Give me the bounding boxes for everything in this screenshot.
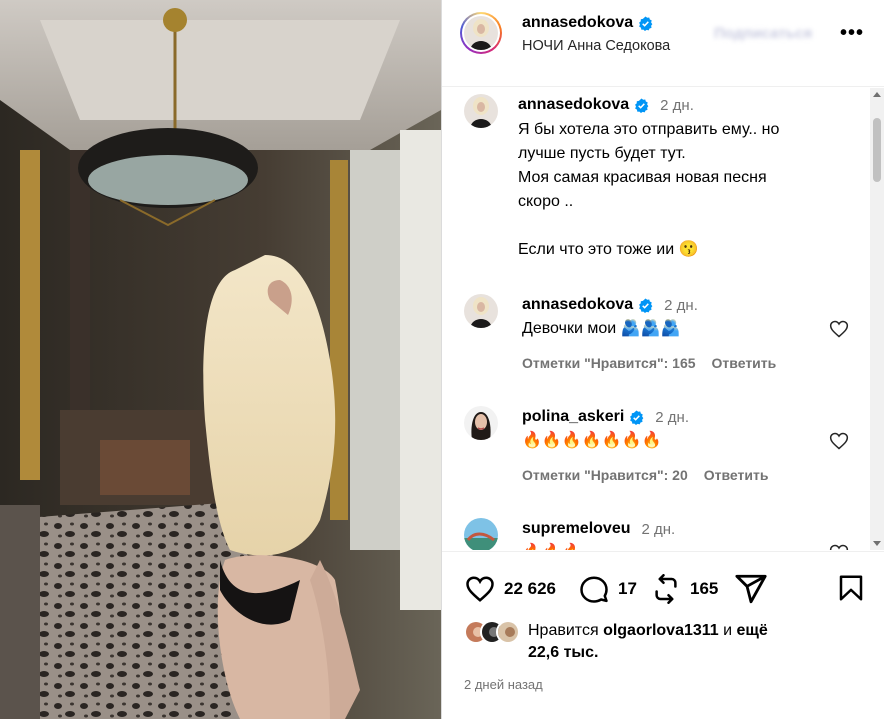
comment-text: 🔥🔥🔥 [522, 541, 582, 550]
liked-by-avatars[interactable] [464, 620, 520, 644]
comment-time[interactable]: 2 дн. [641, 521, 675, 538]
audio-track-link[interactable]: НОЧИ Анна Седокова [522, 38, 670, 54]
instagram-post-view: annasedokova НОЧИ Анна Седокова Подписат… [0, 0, 884, 719]
share-send-icon[interactable] [734, 572, 768, 606]
caption-avatar[interactable] [464, 94, 498, 128]
liked-by-prefix: Нравится [528, 622, 599, 639]
caption-time[interactable]: 2 дн. [660, 97, 694, 114]
comment-meta: Отметки "Нравится": 20 Ответить [522, 467, 768, 483]
author-username-text[interactable]: annasedokova [522, 14, 633, 32]
repost-action[interactable]: 165 [650, 574, 718, 604]
liker-avatar[interactable] [496, 620, 520, 644]
liked-by-middle: и [723, 622, 733, 639]
like-count[interactable]: 22 626 [504, 579, 556, 599]
comment-avatar[interactable] [464, 406, 498, 440]
comment-text: Девочки мои 🫂🫂🫂 [522, 320, 681, 337]
scroll-down-arrow-icon[interactable] [873, 541, 881, 546]
comment-like-heart-icon[interactable] [829, 431, 849, 451]
comment-like-heart-icon[interactable] [829, 543, 849, 550]
save-bookmark-icon[interactable] [836, 572, 866, 604]
author-avatar-ring[interactable] [460, 12, 502, 54]
comment-action[interactable]: 17 [578, 574, 637, 604]
comment-text: 🔥🔥🔥🔥🔥🔥🔥 [522, 432, 662, 449]
verified-badge-icon [635, 97, 649, 113]
reply-button[interactable]: Ответить [712, 355, 777, 371]
caption-line: Я бы хотела это отправить ему.. но [518, 121, 780, 138]
liked-by-user[interactable]: olgaorlova1311 [603, 622, 719, 639]
comment-bubble-icon[interactable] [578, 574, 610, 604]
comments-list[interactable]: annasedokova 2 дн. Я бы хотела это отпра… [442, 88, 884, 550]
verified-badge-icon [639, 297, 653, 313]
comment-meta: Отметки "Нравится": 165 Ответить [522, 355, 776, 371]
comment-likes-count[interactable]: Отметки "Нравится": 20 [522, 467, 688, 483]
comment-username[interactable]: polina_askeri 2 дн. [522, 408, 689, 426]
follow-button[interactable]: Подписаться [714, 25, 812, 42]
reply-button[interactable]: Ответить [704, 467, 769, 483]
liked-by-others[interactable]: ещё [737, 622, 768, 639]
post-photo [0, 0, 441, 719]
comment-avatar[interactable] [464, 518, 498, 550]
scroll-up-arrow-icon[interactable] [873, 92, 881, 97]
comment-count[interactable]: 17 [618, 579, 637, 599]
repost-icon[interactable] [650, 574, 682, 604]
post-actions: 22 626 17 165 Нравится olgaorlova1311 и … [442, 551, 884, 719]
author-avatar[interactable] [464, 16, 498, 50]
comment-username-text[interactable]: annasedokova [522, 296, 633, 314]
heart-icon[interactable] [464, 574, 496, 604]
caption-text: Я бы хотела это отправить ему.. но лучше… [518, 118, 779, 262]
liked-by-others-count[interactable]: 22,6 тыс. [528, 644, 598, 661]
author-username[interactable]: annasedokova [522, 14, 653, 32]
caption-line: скоро .. [518, 193, 574, 210]
like-action[interactable]: 22 626 [464, 574, 556, 604]
caption-line: лучше пусть будет тут. [518, 145, 686, 162]
caption-username[interactable]: annasedokova 2 дн. [518, 96, 694, 114]
caption-line: Моя самая красивая новая песня [518, 169, 767, 186]
comment-username-text[interactable]: supremeloveu [522, 520, 630, 538]
verified-badge-icon [630, 409, 644, 425]
comment-time[interactable]: 2 дн. [655, 409, 689, 426]
repost-count[interactable]: 165 [690, 579, 718, 599]
post-date[interactable]: 2 дней назад [464, 677, 543, 692]
caption-username-text[interactable]: annasedokova [518, 96, 629, 114]
comment-likes-count[interactable]: Отметки "Нравится": 165 [522, 355, 696, 371]
caption-line [518, 214, 779, 238]
comment-username[interactable]: supremeloveu 2 дн. [522, 520, 675, 538]
post-media[interactable] [0, 0, 441, 719]
post-header: annasedokova НОЧИ Анна Седокова Подписат… [442, 0, 884, 87]
scrollbar-thumb[interactable] [873, 118, 881, 182]
comment-time[interactable]: 2 дн. [664, 297, 698, 314]
more-options-icon[interactable]: ••• [840, 22, 864, 45]
verified-badge-icon [639, 15, 653, 31]
comment-username-text[interactable]: polina_askeri [522, 408, 624, 426]
comment-username[interactable]: annasedokova 2 дн. [522, 296, 698, 314]
comments-scrollbar[interactable] [870, 88, 884, 550]
comment-like-heart-icon[interactable] [829, 319, 849, 339]
caption-line: Если что это тоже ии 😗 [518, 241, 699, 258]
comment-avatar[interactable] [464, 294, 498, 328]
liked-by-text: Нравится olgaorlova1311 и ещё 22,6 тыс. [528, 620, 868, 664]
post-side-panel: annasedokova НОЧИ Анна Седокова Подписат… [441, 0, 884, 719]
